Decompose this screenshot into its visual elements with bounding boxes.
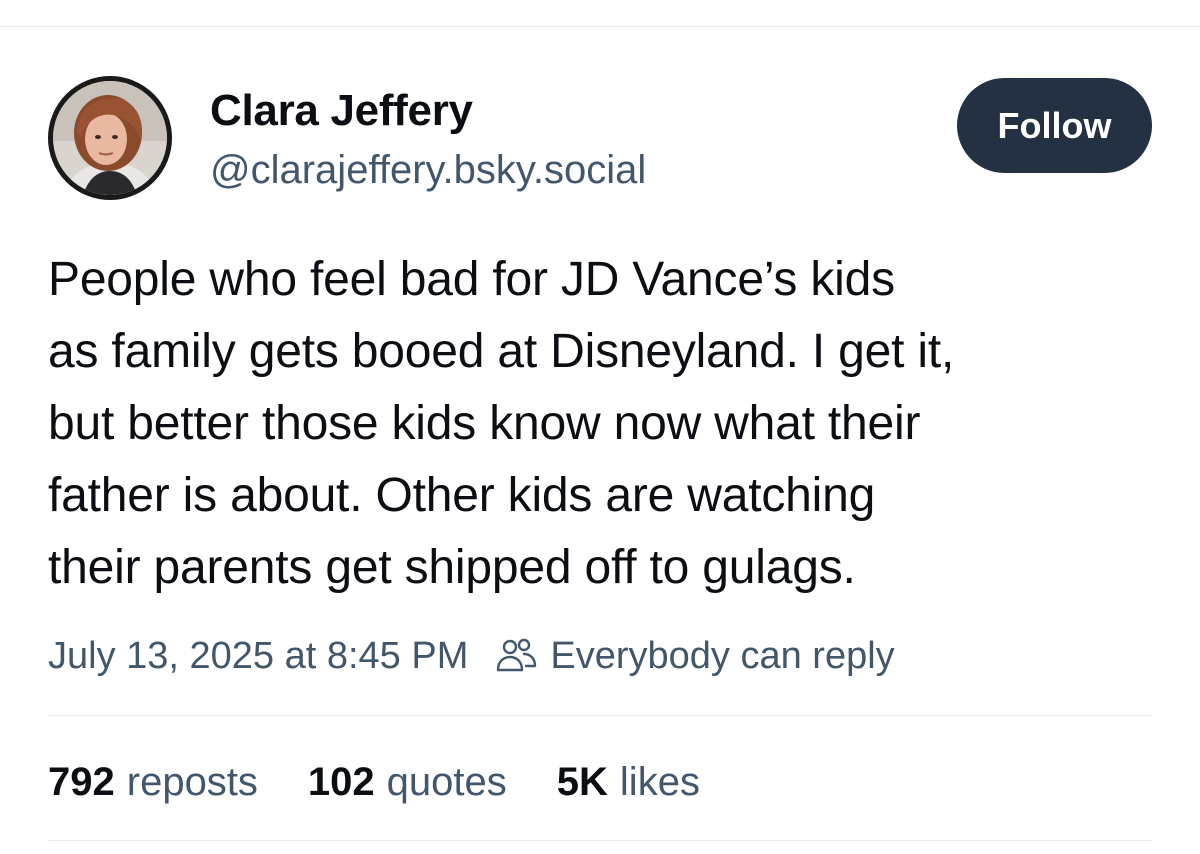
post-text-line: father is about. Other kids are watching [48,469,876,522]
reposts-stat[interactable]: 792 reposts [48,760,258,805]
author-display-name[interactable]: Clara Jeffery [210,86,473,136]
post-text-line: their parents get shipped off to gulags. [48,541,856,594]
post-text-line: as family gets booed at Disneyland. I ge… [48,325,955,378]
author-handle[interactable]: @clarajeffery.bsky.social [210,148,646,193]
likes-label: likes [619,759,700,804]
quotes-label: quotes [386,759,507,804]
post-stats: 792 reposts 102 quotes 5K likes [48,757,750,807]
post-card: Clara Jeffery @clarajeffery.bsky.social … [48,0,1152,854]
reposts-count: 792 [48,759,115,804]
quotes-stat[interactable]: 102 quotes [308,760,507,805]
reply-setting: Everybody can reply [550,634,895,677]
people-icon [494,634,538,678]
bottom-divider [48,840,1152,841]
stats-divider [48,715,1152,716]
post-text-line: but better those kids know now what thei… [48,397,921,450]
post-timestamp[interactable]: July 13, 2025 at 8:45 PM [48,635,468,678]
post-text: People who feel bad for JD Vance’s kids … [48,244,1152,604]
post-meta: July 13, 2025 at 8:45 PM Everybody can r… [48,632,895,680]
follow-button[interactable]: Follow [957,78,1152,173]
likes-count: 5K [556,759,608,804]
likes-stat[interactable]: 5K likes [557,760,700,805]
avatar-image [53,81,167,195]
quotes-count: 102 [307,759,375,804]
avatar[interactable] [48,76,172,200]
post-text-line: People who feel bad for JD Vance’s kids [48,253,895,306]
reposts-label: reposts [126,759,258,804]
